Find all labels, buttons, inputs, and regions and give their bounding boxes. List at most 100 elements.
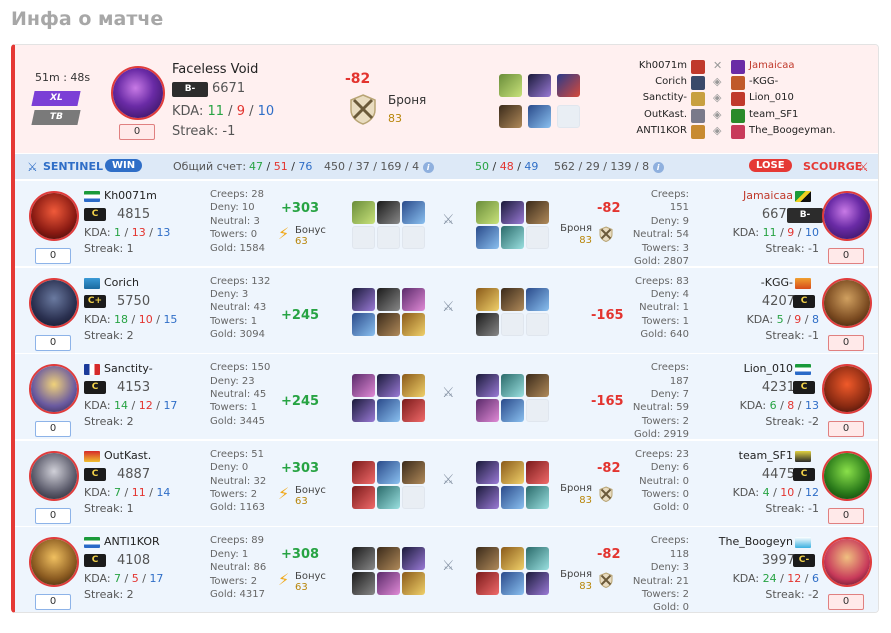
item-slot[interactable]	[402, 201, 425, 224]
item-slot[interactable]	[377, 547, 400, 571]
mmr-loss: -82	[597, 547, 621, 563]
item-slot[interactable]	[352, 287, 375, 311]
stat-line: Gold: 3094	[210, 329, 265, 341]
summary-delta: -82	[345, 71, 371, 87]
item-slot[interactable]	[501, 201, 524, 224]
player-name[interactable]: Sanctity-	[104, 362, 153, 375]
item-slot[interactable]	[526, 485, 549, 509]
matchup-right-name[interactable]: Lion_010	[749, 92, 794, 103]
player-kda: KDA: 1 / 13 / 13	[84, 226, 171, 239]
item-slot[interactable]	[402, 547, 425, 571]
item-slot[interactable]	[501, 460, 524, 484]
item-slot[interactable]	[476, 460, 499, 484]
player-kda: KDA: 14 / 12 / 17	[84, 399, 178, 413]
item-slot[interactable]	[377, 485, 400, 509]
mmr-loss: -165	[591, 307, 624, 323]
player-avatar[interactable]	[29, 191, 79, 241]
item-slot[interactable]	[352, 485, 375, 509]
item-slot[interactable]	[402, 460, 425, 484]
item-slot[interactable]	[476, 287, 499, 311]
matchup-left-name[interactable]: Corich	[595, 76, 687, 87]
matchup-left-name[interactable]: OutKast.	[595, 109, 687, 120]
player-name[interactable]: The_Boogeyn	[719, 535, 793, 548]
player-avatar[interactable]	[822, 450, 872, 501]
item-slot[interactable]	[501, 226, 524, 249]
player-name[interactable]: ANTI1KOR	[104, 535, 160, 548]
item-slot[interactable]	[377, 374, 400, 398]
item-slot[interactable]	[528, 74, 551, 97]
item-slot[interactable]	[526, 287, 549, 311]
item-slot[interactable]	[402, 572, 425, 596]
item-slot[interactable]	[352, 312, 375, 336]
item-slot[interactable]	[352, 374, 375, 398]
info-icon[interactable]: i	[422, 162, 434, 173]
item-slot[interactable]	[499, 74, 522, 97]
item-slot[interactable]	[501, 485, 524, 509]
player-name[interactable]: Lion_010	[744, 362, 793, 375]
player-avatar[interactable]	[29, 450, 79, 501]
hero-avatar[interactable]	[111, 66, 165, 120]
item-slot[interactable]	[476, 226, 499, 249]
item-slot[interactable]	[526, 572, 549, 596]
player-avatar[interactable]	[29, 277, 79, 328]
stat-line: Creeps: 23	[634, 448, 689, 460]
matchup-right-name[interactable]: -KGG-	[749, 76, 778, 87]
item-slot[interactable]	[402, 312, 425, 336]
player-name[interactable]: -KGG-	[761, 276, 793, 289]
player-name[interactable]: Kh0071m	[104, 189, 157, 202]
item-slot[interactable]	[402, 399, 425, 423]
item-slot[interactable]	[501, 572, 524, 596]
item-slot[interactable]	[499, 105, 522, 128]
item-slot[interactable]	[476, 374, 499, 398]
player-name[interactable]: team_SF1	[739, 449, 793, 462]
item-slot[interactable]	[476, 572, 499, 596]
player-avatar[interactable]	[822, 537, 872, 588]
info-icon[interactable]: i	[652, 162, 664, 173]
item-slot[interactable]	[352, 201, 375, 224]
matchup-left-name[interactable]: ANTI1KOR	[595, 125, 687, 136]
stat-line: Deny: 9	[650, 215, 689, 227]
player-avatar[interactable]	[29, 364, 79, 415]
player-name[interactable]: Corich	[104, 276, 139, 289]
player-kda: KDA: 7 / 11 / 14	[84, 485, 171, 499]
item-slot[interactable]	[377, 572, 400, 596]
item-slot[interactable]	[476, 547, 499, 571]
item-slot[interactable]	[352, 547, 375, 571]
item-slot[interactable]	[501, 287, 524, 311]
item-slot[interactable]	[377, 201, 400, 224]
item-slot[interactable]	[526, 547, 549, 571]
item-slot[interactable]	[476, 312, 499, 336]
item-slot[interactable]	[476, 201, 499, 224]
item-slot[interactable]	[352, 572, 375, 596]
matchup-left-name[interactable]: Sanctity-	[595, 92, 687, 103]
item-slot[interactable]	[526, 201, 549, 224]
player-name[interactable]: OutKast.	[104, 449, 151, 462]
player-avatar[interactable]	[822, 191, 872, 241]
matchup-right-name[interactable]: The_Boogeyman.	[749, 125, 836, 136]
item-slot[interactable]	[526, 374, 549, 398]
item-slot[interactable]	[377, 312, 400, 336]
item-slot[interactable]	[501, 374, 524, 398]
matchup-left-name[interactable]: Kh0071m	[595, 60, 687, 71]
item-slot[interactable]	[352, 460, 375, 484]
item-slot[interactable]	[402, 374, 425, 398]
item-slot[interactable]	[476, 485, 499, 509]
player-avatar[interactable]	[822, 277, 872, 328]
stat-line: Deny: 3	[210, 289, 249, 300]
player-avatar[interactable]	[29, 537, 79, 588]
item-slot[interactable]	[377, 460, 400, 484]
player-avatar[interactable]	[822, 364, 872, 415]
matchup-right-name[interactable]: Jamaicaa	[749, 60, 794, 71]
item-slot[interactable]	[377, 287, 400, 311]
item-slot[interactable]	[501, 399, 524, 423]
player-name[interactable]: Jamaicaa	[743, 189, 793, 202]
item-slot[interactable]	[528, 105, 551, 128]
matchup-right-name[interactable]: team_SF1	[749, 109, 798, 120]
item-slot[interactable]	[557, 74, 580, 97]
item-slot[interactable]	[402, 287, 425, 311]
item-slot[interactable]	[526, 460, 549, 484]
item-slot[interactable]	[476, 399, 499, 423]
item-slot[interactable]	[501, 547, 524, 571]
item-slot[interactable]	[352, 399, 375, 423]
item-slot[interactable]	[377, 399, 400, 423]
